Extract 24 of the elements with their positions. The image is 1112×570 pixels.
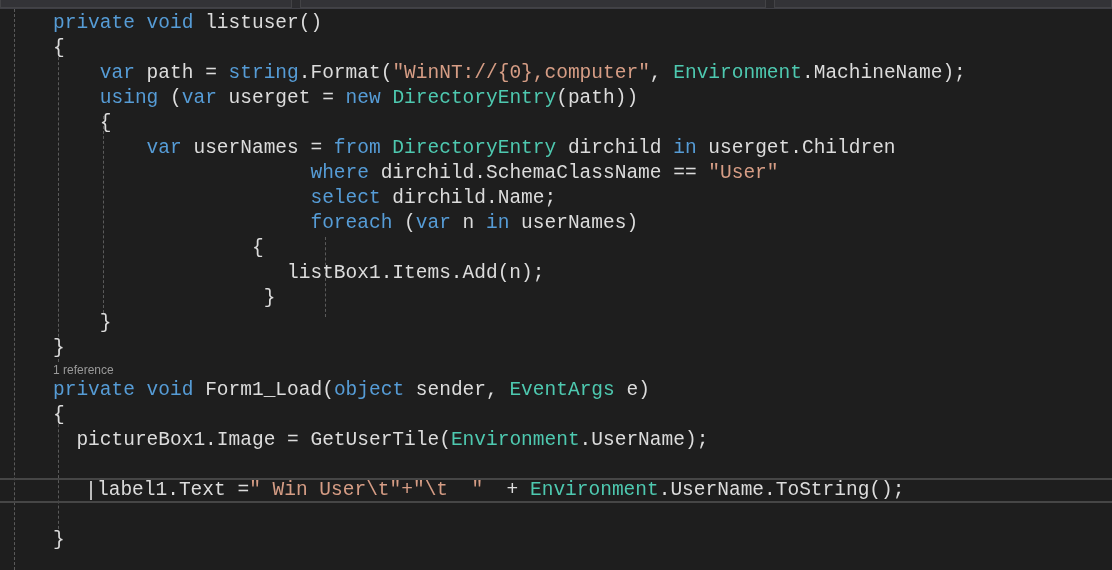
code-line: { xyxy=(53,36,65,61)
code-line: } xyxy=(262,286,276,311)
code-line: var userNames = from DirectoryEntry dirchild in userget.Children xyxy=(145,136,896,161)
code-line: pictureBox1.Image = GetUserTile(Environment.UserName); xyxy=(75,428,709,453)
code-line: listBox1.Items.Add(n); xyxy=(286,261,545,286)
code-line: private void Form1_Load(object sender, EventArgs e) xyxy=(53,378,650,403)
code-line: label1.Text =" Win User\t"+"\t " + Environment.UserName.ToString(); xyxy=(97,478,905,503)
code-line: private void listuser() xyxy=(53,11,323,36)
code-line: { xyxy=(53,403,65,428)
code-line: { xyxy=(250,236,264,261)
code-line: } xyxy=(98,311,112,336)
code-line: where dirchild.SchemaClassName == "User" xyxy=(309,161,779,186)
code-line: foreach (var n in userNames) xyxy=(309,211,639,236)
code-line: } xyxy=(53,528,65,553)
code-line: select dirchild.Name; xyxy=(309,186,557,211)
code-line: var path = string.Format("WinNT://{0},computer", Environment.MachineName); xyxy=(98,61,966,86)
code-line: { xyxy=(98,111,112,136)
reference-count[interactable]: 1 reference xyxy=(53,363,114,376)
navigation-dropdown[interactable] xyxy=(300,0,766,8)
text-caret xyxy=(90,481,92,500)
navigation-dropdown[interactable] xyxy=(0,0,292,8)
navigation-dropdown[interactable] xyxy=(774,0,1112,8)
code-line: } xyxy=(53,336,65,361)
code-line: using (var userget = new DirectoryEntry(path)) xyxy=(98,86,639,111)
